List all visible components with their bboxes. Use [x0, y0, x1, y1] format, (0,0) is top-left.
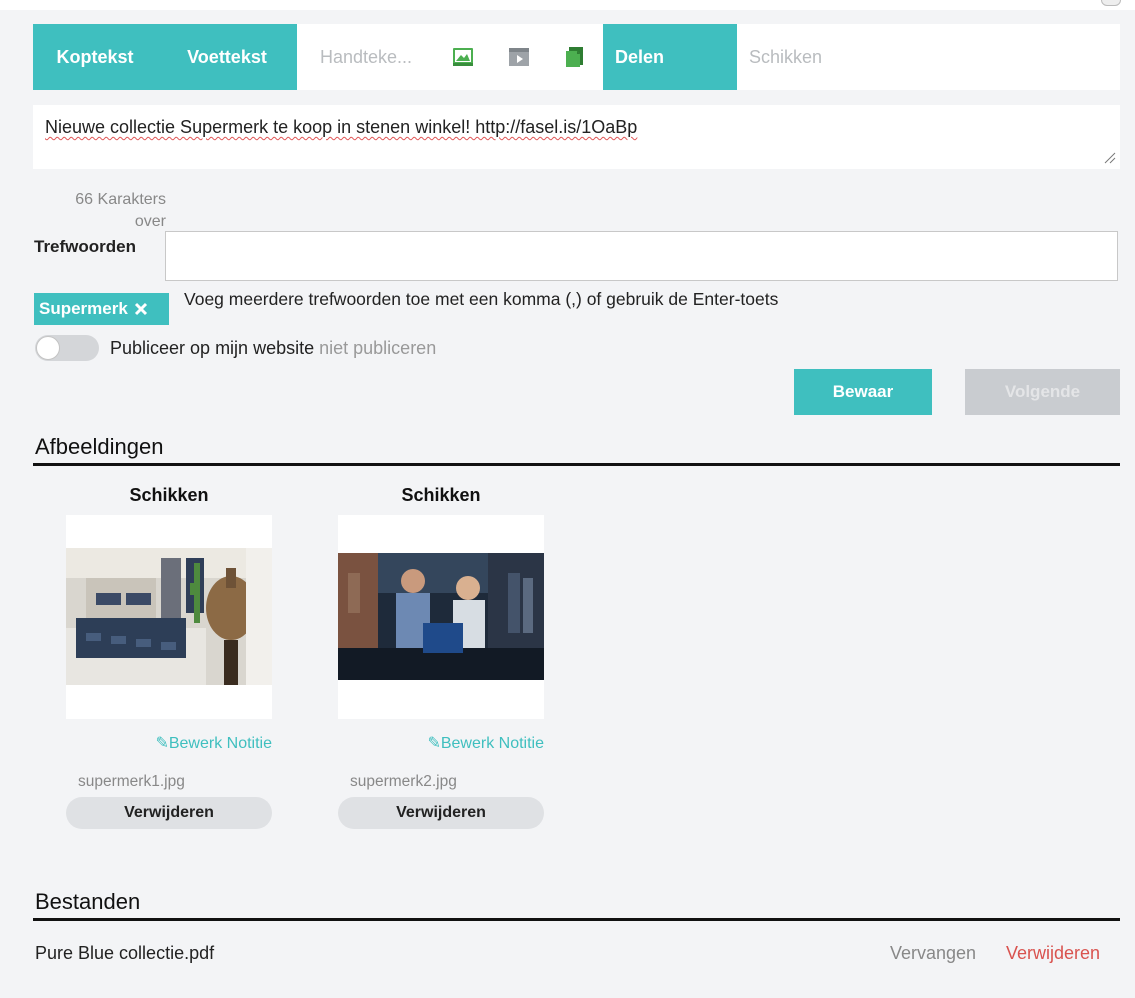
keywords-input[interactable]	[165, 231, 1118, 281]
delete-image-button[interactable]: Verwijderen	[338, 797, 544, 829]
message-text: Nieuwe collectie Supermerk te koop in st…	[45, 117, 638, 137]
tab-header[interactable]: Koptekst	[33, 24, 157, 90]
keyword-tag-label: Supermerk	[39, 299, 128, 318]
pencil-icon: ✎	[427, 735, 441, 752]
toggle-knob	[36, 336, 60, 360]
document-icon[interactable]	[547, 24, 603, 90]
keyword-tag[interactable]: Supermerk	[34, 293, 169, 325]
remove-tag-icon[interactable]	[134, 302, 148, 316]
image-icon[interactable]	[435, 24, 491, 90]
tab-footer[interactable]: Voettekst	[157, 24, 297, 90]
images-title: Afbeeldingen	[35, 434, 164, 459]
tab-arrange[interactable]: Schikken	[737, 24, 857, 90]
store-customers-photo	[338, 553, 544, 680]
publish-label: Publiceer op mijn website niet publicere…	[110, 338, 436, 359]
next-button[interactable]: Volgende	[965, 369, 1120, 415]
keywords-hint: Voeg meerdere trefwoorden toe met een ko…	[184, 289, 779, 309]
message-textarea[interactable]: Nieuwe collectie Supermerk te koop in st…	[33, 105, 1120, 169]
delete-file-link[interactable]: Verwijderen	[1006, 943, 1100, 964]
arrange-label[interactable]: Schikken	[66, 485, 272, 511]
image-filename: supermerk1.jpg	[78, 773, 185, 790]
edit-note-link[interactable]: ✎Bewerk Notitie	[66, 733, 272, 755]
pencil-icon: ✎	[155, 735, 169, 752]
delete-image-button[interactable]: Verwijderen	[66, 797, 272, 829]
publish-toggle[interactable]	[35, 335, 99, 361]
video-icon[interactable]	[491, 24, 547, 90]
image-card: Schikken ✎Bewerk Notitie supermerk1.jpg	[66, 485, 272, 829]
image-thumbnail[interactable]	[66, 515, 272, 719]
top-edge	[0, 0, 1135, 10]
files-title: Bestanden	[35, 889, 141, 914]
images-divider	[33, 463, 1120, 466]
publish-state: niet publiceren	[319, 338, 437, 358]
edit-note-link[interactable]: ✎Bewerk Notitie	[338, 733, 544, 755]
arrange-label[interactable]: Schikken	[338, 485, 544, 511]
image-card: Schikken ✎Bewerk Notitie supermerk2.jpg …	[338, 485, 544, 829]
character-counter: 66 Karakters over	[75, 191, 166, 230]
image-filename: supermerk2.jpg	[350, 773, 457, 790]
files-divider	[33, 918, 1120, 921]
file-name: Pure Blue collectie.pdf	[35, 943, 215, 963]
resize-handle-icon[interactable]	[1102, 150, 1116, 164]
replace-file-link[interactable]: Vervangen	[890, 943, 976, 964]
editor-toolbar: Koptekst Voettekst Handteke... Delen Sch…	[33, 24, 1120, 90]
image-thumbnail[interactable]	[338, 515, 544, 719]
scroll-indicator	[1101, 0, 1121, 6]
store-interior-photo	[66, 548, 272, 685]
tab-share[interactable]: Delen	[603, 24, 737, 90]
tab-signature[interactable]: Handteke...	[297, 24, 435, 90]
publish-label-text: Publiceer op mijn website	[110, 338, 315, 358]
keywords-label: Trefwoorden	[34, 237, 137, 256]
save-button[interactable]: Bewaar	[794, 369, 932, 415]
